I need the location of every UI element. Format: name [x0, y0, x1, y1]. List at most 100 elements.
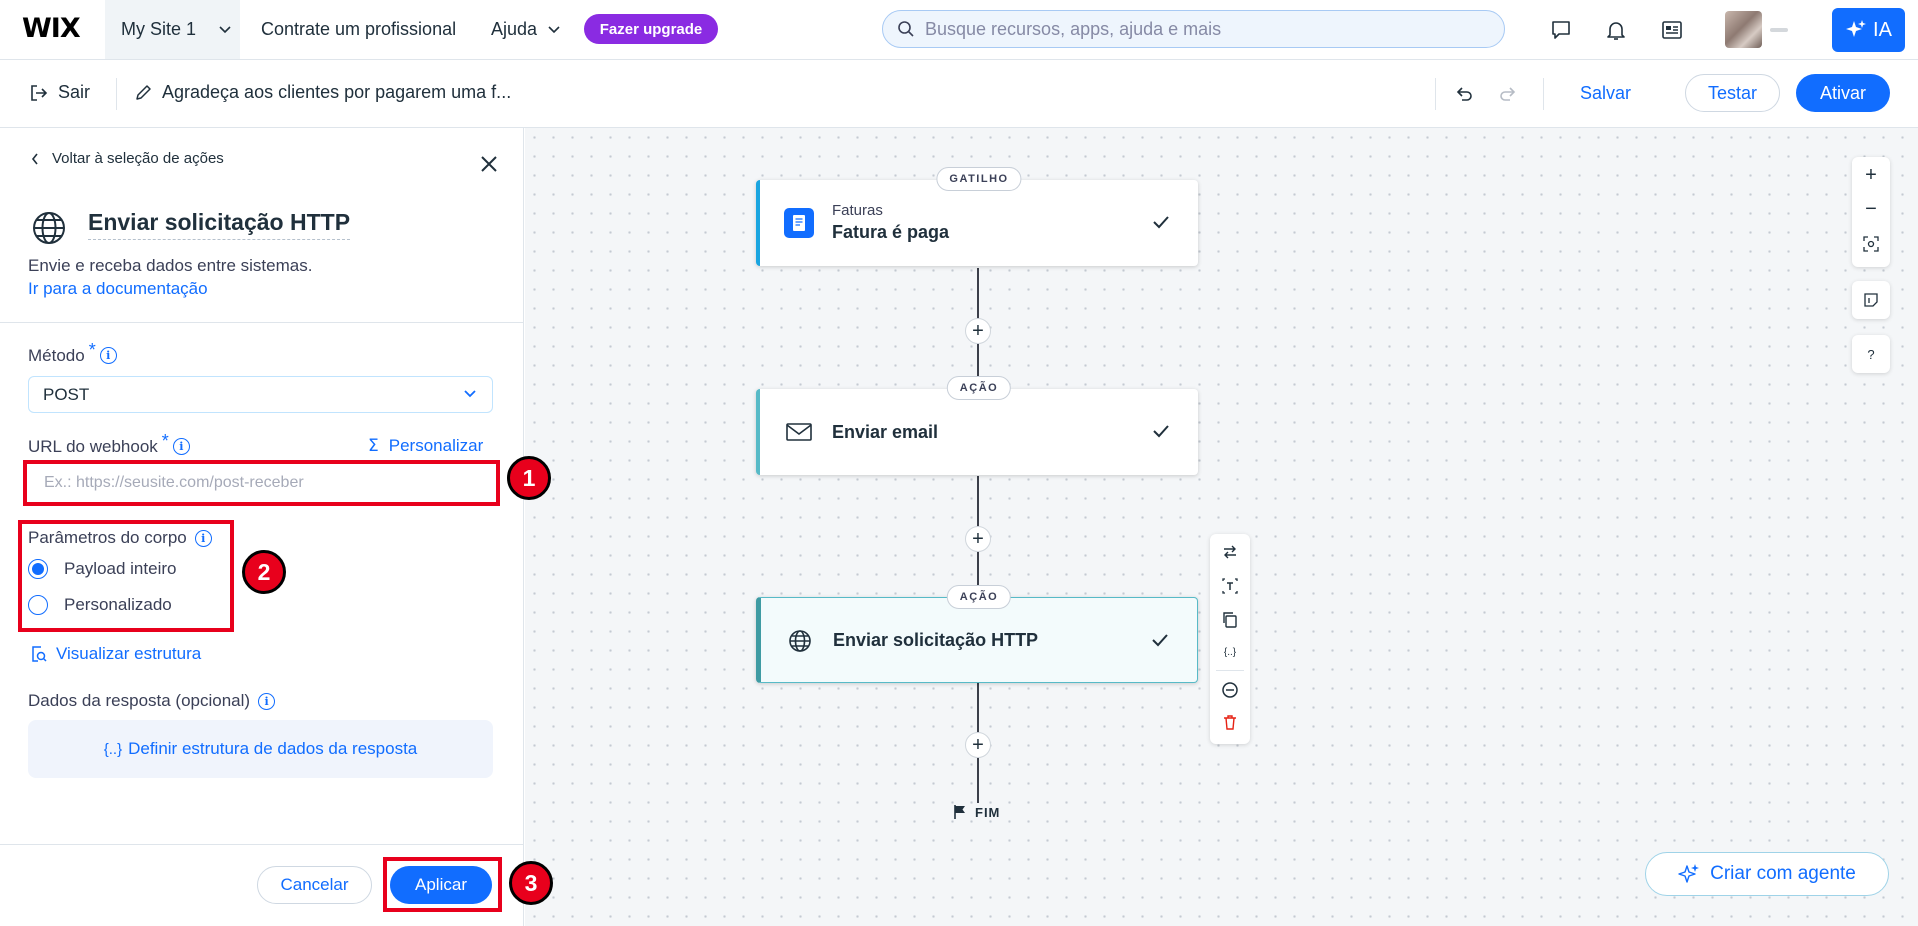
pencil-icon [136, 84, 151, 100]
annotation-box-webhook-url [23, 460, 500, 506]
wix-logo[interactable]: WIX [22, 13, 81, 44]
customize-button[interactable]: Σ Personalizar [368, 436, 483, 456]
define-response-structure-button[interactable]: {..} Definir estrutura de dados da respo… [28, 720, 493, 778]
trigger-title: Fatura é paga [832, 222, 950, 242]
add-step-button[interactable]: + [965, 732, 991, 758]
copy-icon[interactable] [1220, 610, 1240, 630]
end-marker: FIM [953, 804, 1000, 820]
action-title[interactable]: Enviar solicitação HTTP [88, 209, 351, 240]
info-icon[interactable]: i [172, 438, 190, 455]
redo-icon[interactable] [1496, 82, 1520, 106]
mail-icon [784, 417, 814, 447]
braces-icon: {..} [103, 740, 123, 758]
trigger-node[interactable]: GATILHO Faturas Fatura é paga [756, 167, 1198, 266]
action-node-send-email[interactable]: AÇÃO Enviar email [756, 376, 1198, 475]
ia-label: IA [1873, 18, 1892, 41]
text-icon[interactable] [1220, 576, 1240, 596]
response-data-label-text: Dados da resposta (opcional) [28, 691, 251, 710]
search-placeholder: Busque recursos, apps, ajuda e mais [925, 18, 1222, 39]
hire-professional-link[interactable]: Contrate um profissional [261, 19, 456, 40]
chevron-down-icon [548, 25, 560, 33]
zoom-in-icon[interactable]: + [1861, 164, 1881, 186]
upgrade-button[interactable]: Fazer upgrade [584, 14, 718, 44]
globe-icon [785, 626, 815, 656]
help-label: Ajuda [491, 19, 538, 39]
add-step-button[interactable]: + [965, 526, 991, 552]
undo-icon[interactable] [1452, 82, 1476, 106]
trigger-pill: GATILHO [936, 167, 1022, 191]
method-label: Método * i [28, 340, 117, 366]
divider [1543, 78, 1544, 110]
exit-button[interactable]: Sair [30, 82, 90, 103]
info-icon[interactable]: i [99, 347, 117, 364]
trigger-app-name: Faturas [832, 202, 883, 219]
method-select[interactable]: POST [28, 376, 493, 413]
create-with-agent-label: Criar com agente [1710, 863, 1856, 884]
plus-icon: + [972, 733, 984, 756]
sparkle-icon [1846, 20, 1867, 37]
method-label-text: Método [28, 345, 85, 365]
ia-button[interactable]: IA [1832, 8, 1905, 52]
activate-button[interactable]: Ativar [1796, 74, 1890, 112]
action-description: Envie e receba dados entre sistemas. [28, 256, 313, 275]
close-icon[interactable] [478, 153, 500, 175]
annotation-box-body-params [18, 520, 234, 632]
news-icon[interactable] [1658, 16, 1686, 44]
exit-label: Sair [58, 82, 91, 102]
save-button[interactable]: Salvar [1580, 83, 1631, 104]
site-name: My Site 1 [121, 19, 197, 39]
trash-icon[interactable] [1220, 712, 1240, 732]
required-marker: * [88, 340, 96, 360]
exit-icon [31, 84, 48, 101]
note-icon[interactable] [1852, 281, 1890, 319]
hire-professional-label: Contrate um profissional [261, 19, 457, 39]
customize-label: Personalizar [388, 436, 484, 455]
sparkle-icon [1678, 864, 1700, 883]
check-icon [1153, 216, 1169, 229]
action-title-send-email: Enviar email [832, 422, 939, 442]
annotation-badge: 2 [242, 550, 286, 594]
plus-icon: + [972, 527, 984, 550]
divider [1435, 78, 1436, 110]
action-node-http-request[interactable]: AÇÃO Enviar solicitação HTTP [756, 585, 1198, 683]
globe-icon [30, 209, 68, 247]
cancel-button[interactable]: Cancelar [257, 866, 372, 904]
bell-icon[interactable] [1602, 16, 1630, 44]
search-icon [898, 21, 914, 37]
editor-toolbar: Sair Agradeça aos clientes por pagarem u… [0, 60, 1918, 128]
help-button[interactable]: ? [1852, 335, 1890, 373]
automation-name[interactable]: Agradeça aos clientes por pagarem uma f.… [134, 82, 511, 103]
chevron-down-icon [464, 390, 476, 398]
chevron-left-icon [31, 153, 38, 164]
divider [1216, 670, 1244, 671]
workflow-canvas[interactable] [525, 128, 1918, 926]
method-value: POST [43, 384, 90, 404]
divider [0, 322, 524, 323]
response-data-label: Dados da resposta (opcional) i [28, 691, 276, 711]
test-button[interactable]: Testar [1685, 74, 1780, 112]
add-step-button[interactable]: + [965, 318, 991, 344]
zoom-out-icon[interactable]: − [1861, 198, 1881, 220]
sigma-icon: Σ [368, 436, 379, 456]
annotation-badge: 3 [509, 861, 553, 905]
info-icon[interactable]: i [258, 692, 276, 710]
fit-icon[interactable] [1861, 234, 1881, 254]
search-input[interactable]: Busque recursos, apps, ajuda e mais [882, 10, 1505, 48]
divider [0, 844, 524, 845]
variable-icon[interactable]: {..} [1220, 642, 1240, 662]
view-structure-link[interactable]: Visualizar estrutura [30, 644, 201, 664]
avatar[interactable] [1725, 11, 1762, 48]
help-menu[interactable]: Ajuda [491, 19, 561, 40]
chat-icon[interactable] [1547, 16, 1575, 44]
documentation-link[interactable]: Ir para a documentação [28, 279, 208, 299]
action-title-http-request: Enviar solicitação HTTP [833, 630, 1039, 650]
back-label: Voltar à seleção de ações [52, 150, 224, 167]
annotation-box-apply [383, 857, 502, 912]
node-actions-toolbar: {..} [1210, 534, 1250, 744]
back-to-actions-link[interactable]: Voltar à seleção de ações [30, 150, 224, 167]
magnify-doc-icon [32, 646, 47, 662]
swap-icon[interactable] [1220, 542, 1240, 562]
site-selector[interactable]: My Site 1 [105, 0, 240, 59]
disable-icon[interactable] [1220, 680, 1240, 700]
create-with-agent-button[interactable]: Criar com agente [1645, 852, 1889, 896]
